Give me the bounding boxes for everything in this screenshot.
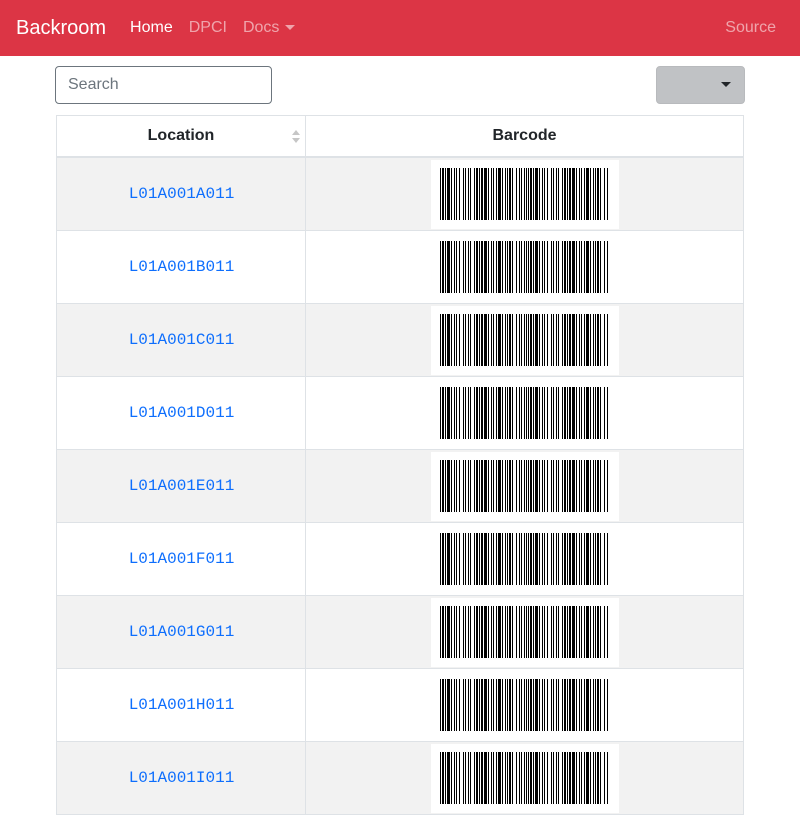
barcode-cell: [306, 523, 743, 595]
top-navbar: Backroom Home DPCI Docs Source: [0, 0, 800, 56]
nav-link-dpci[interactable]: DPCI: [189, 19, 227, 37]
table-body: L01A001A011 L01A001B011 L01A001C011 L01A001…: [57, 158, 743, 815]
location-cell: L01A001C011: [57, 304, 306, 376]
barcode-cell: [306, 231, 743, 303]
table-row: L01A001I011: [57, 742, 743, 815]
barcode-cell: [306, 669, 743, 741]
nav-link-home[interactable]: Home: [130, 19, 173, 37]
brand-link[interactable]: Backroom: [16, 18, 106, 38]
nav-link-source[interactable]: Source: [725, 19, 776, 37]
barcode-image: [430, 597, 619, 667]
chevron-down-icon: [285, 24, 296, 30]
location-link[interactable]: L01A001D011: [129, 404, 235, 422]
location-link[interactable]: L01A001I011: [129, 769, 235, 787]
location-cell: L01A001D011: [57, 377, 306, 449]
barcode-image: [430, 670, 619, 740]
location-link[interactable]: L01A001B011: [129, 258, 235, 276]
location-link[interactable]: L01A001F011: [129, 550, 235, 568]
location-cell: L01A001G011: [57, 596, 306, 668]
location-link[interactable]: L01A001C011: [129, 331, 235, 349]
table-row: L01A001A011: [57, 158, 743, 231]
table-row: L01A001G011: [57, 596, 743, 669]
column-header-barcode-label: Barcode: [492, 127, 557, 144]
location-cell: L01A001F011: [57, 523, 306, 595]
locations-table: Location Barcode L01A001A011 L01A001B011 L…: [56, 115, 744, 815]
column-header-location-label: Location: [147, 127, 215, 144]
table-row: L01A001B011: [57, 231, 743, 304]
table-row: L01A001D011: [57, 377, 743, 450]
table-row: L01A001C011: [57, 304, 743, 377]
table-header: Location Barcode: [57, 116, 743, 158]
table-row: L01A001E011: [57, 450, 743, 523]
location-cell: L01A001B011: [57, 231, 306, 303]
barcode-cell: [306, 450, 743, 522]
table-row: L01A001F011: [57, 523, 743, 596]
nav-dropdown-docs[interactable]: Docs: [242, 19, 296, 37]
barcode-image: [430, 743, 619, 813]
barcode-cell: [306, 158, 743, 230]
barcode-cell: [306, 742, 743, 814]
column-toggle-dropdown-button[interactable]: [656, 66, 745, 104]
barcode-image: [430, 451, 619, 521]
search-input[interactable]: [55, 66, 272, 104]
column-header-location[interactable]: Location: [57, 116, 306, 156]
column-header-barcode: Barcode: [306, 116, 743, 156]
location-link[interactable]: L01A001A011: [129, 185, 235, 203]
location-cell: L01A001A011: [57, 158, 306, 230]
barcode-cell: [306, 596, 743, 668]
sort-icon: [292, 130, 300, 144]
location-link[interactable]: L01A001E011: [129, 477, 235, 495]
table-row: L01A001H011: [57, 669, 743, 742]
location-cell: L01A001I011: [57, 742, 306, 814]
barcode-image: [430, 378, 619, 448]
barcode-image: [430, 305, 619, 375]
barcode-image: [430, 524, 619, 594]
nav-dropdown-docs-label: Docs: [242, 19, 280, 36]
location-cell: L01A001E011: [57, 450, 306, 522]
barcode-image: [430, 232, 619, 302]
location-cell: L01A001H011: [57, 669, 306, 741]
location-link[interactable]: L01A001H011: [129, 696, 235, 714]
chevron-down-icon: [721, 82, 731, 87]
barcode-image: [430, 159, 619, 229]
location-link[interactable]: L01A001G011: [129, 623, 235, 641]
barcode-cell: [306, 377, 743, 449]
barcode-cell: [306, 304, 743, 376]
